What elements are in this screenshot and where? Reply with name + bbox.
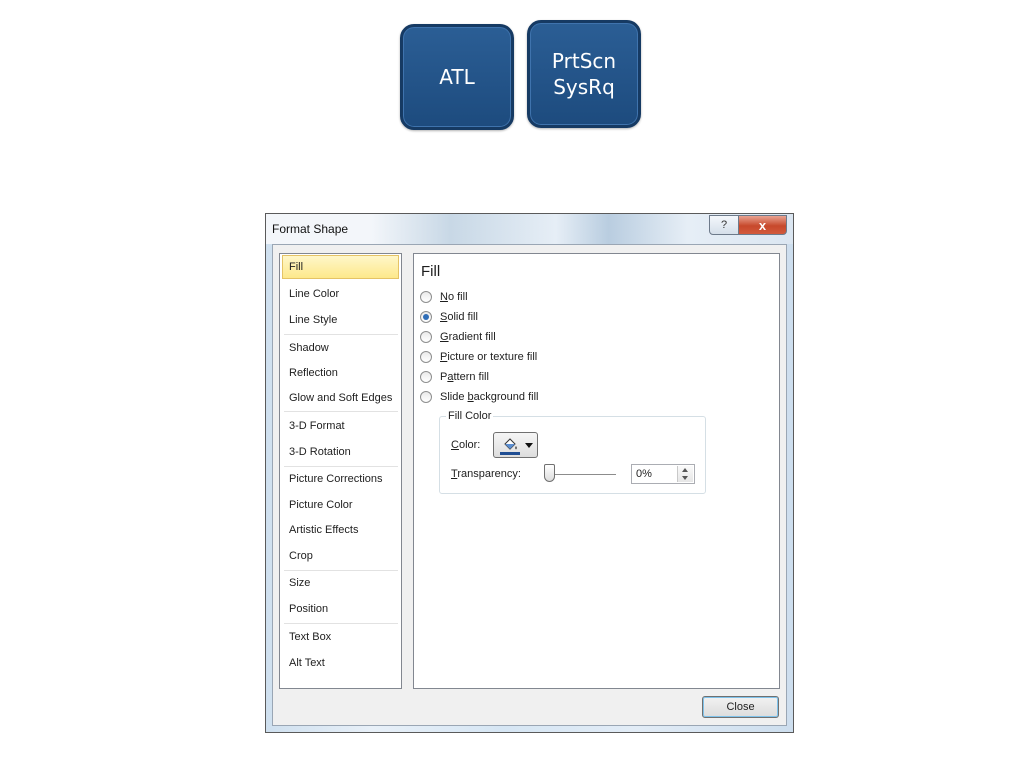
nav-divider xyxy=(284,334,398,335)
transparency-spinner[interactable] xyxy=(677,466,693,482)
no-fill-label: No fill xyxy=(440,291,468,303)
dialog-titlebar[interactable]: Format Shape ? x xyxy=(266,214,793,244)
prtscn-key: PrtScn SysRq xyxy=(527,20,641,128)
pattern-fill-radio[interactable] xyxy=(420,371,432,383)
nav-item-glow-soft-edges[interactable]: Glow and Soft Edges xyxy=(282,386,399,410)
slide-background-fill-radio[interactable] xyxy=(420,391,432,403)
picture-texture-fill-label: Picture or texture fill xyxy=(440,351,538,363)
nav-item-reflection[interactable]: Reflection xyxy=(282,361,399,385)
no-fill-option[interactable]: No fill xyxy=(420,289,468,305)
spin-down-icon[interactable] xyxy=(682,476,688,480)
prtscn-key-label-bottom: SysRq xyxy=(553,75,615,99)
picture-texture-fill-option[interactable]: Picture or texture fill xyxy=(420,349,537,365)
color-label: Color: xyxy=(451,439,481,451)
spin-up-icon[interactable] xyxy=(682,468,688,472)
slide-background-fill-label: Slide background fill xyxy=(440,391,539,403)
close-button[interactable]: Close xyxy=(702,696,779,718)
nav-item-position[interactable]: Position xyxy=(282,597,399,621)
atl-key-label: ATL xyxy=(439,65,475,89)
nav-divider xyxy=(284,623,398,624)
prtscn-key-label-top: PrtScn xyxy=(551,49,617,73)
nav-item-fill[interactable]: Fill xyxy=(282,255,399,279)
chevron-down-icon xyxy=(525,443,533,448)
solid-fill-label: Solid fill xyxy=(440,311,478,323)
atl-key: ATL xyxy=(400,24,514,130)
help-button[interactable]: ? xyxy=(709,215,739,235)
picture-texture-fill-radio[interactable] xyxy=(420,351,432,363)
nav-item-artistic-effects[interactable]: Artistic Effects xyxy=(282,518,399,542)
nav-divider xyxy=(284,411,398,412)
solid-fill-radio[interactable] xyxy=(420,311,432,323)
nav-item-3d-format[interactable]: 3-D Format xyxy=(282,414,399,438)
nav-item-text-box[interactable]: Text Box xyxy=(282,625,399,649)
nav-item-shadow[interactable]: Shadow xyxy=(282,336,399,360)
help-icon: ? xyxy=(720,219,728,231)
close-icon: x xyxy=(758,217,767,233)
nav-item-line-style[interactable]: Line Style xyxy=(282,308,399,332)
transparency-label: Transparency: xyxy=(451,468,521,480)
category-list: Fill Line Color Line Style Shadow Reflec… xyxy=(279,253,402,689)
color-picker-button[interactable] xyxy=(493,432,538,458)
color-swatch xyxy=(500,452,520,455)
nav-item-size[interactable]: Size xyxy=(282,571,399,595)
gradient-fill-option[interactable]: Gradient fill xyxy=(420,329,496,345)
title-close-button[interactable]: x xyxy=(738,215,787,235)
solid-fill-option[interactable]: Solid fill xyxy=(420,309,478,325)
transparency-slider-track[interactable] xyxy=(549,474,616,475)
nav-item-picture-color[interactable]: Picture Color xyxy=(282,493,399,517)
nav-item-3d-rotation[interactable]: 3-D Rotation xyxy=(282,440,399,464)
pattern-fill-option[interactable]: Pattern fill xyxy=(420,369,489,385)
fill-color-group: Fill Color Color: Transparency: 0% xyxy=(439,410,706,494)
gradient-fill-radio[interactable] xyxy=(420,331,432,343)
no-fill-radio[interactable] xyxy=(420,291,432,303)
fill-color-group-title: Fill Color xyxy=(446,410,494,422)
transparency-input[interactable]: 0% xyxy=(631,464,695,484)
nav-item-crop[interactable]: Crop xyxy=(282,544,399,568)
nav-item-line-color[interactable]: Line Color xyxy=(282,282,399,306)
fill-panel: Fill No fill Solid fill Gradient fill Pi… xyxy=(413,253,780,689)
pattern-fill-label: Pattern fill xyxy=(440,371,489,383)
panel-title: Fill xyxy=(421,263,441,280)
transparency-value: 0% xyxy=(636,468,652,480)
transparency-slider-thumb[interactable] xyxy=(544,464,555,482)
slide-background-fill-option[interactable]: Slide background fill xyxy=(420,389,538,405)
nav-item-picture-corrections[interactable]: Picture Corrections xyxy=(282,467,399,491)
dialog-client-area: Fill Line Color Line Style Shadow Reflec… xyxy=(272,244,787,726)
gradient-fill-label: Gradient fill xyxy=(440,331,496,343)
format-shape-dialog: Format Shape ? x Fill Line Color Line St… xyxy=(265,213,794,733)
nav-item-alt-text[interactable]: Alt Text xyxy=(282,651,399,675)
paint-bucket-icon xyxy=(504,438,517,450)
dialog-title: Format Shape xyxy=(272,222,349,236)
